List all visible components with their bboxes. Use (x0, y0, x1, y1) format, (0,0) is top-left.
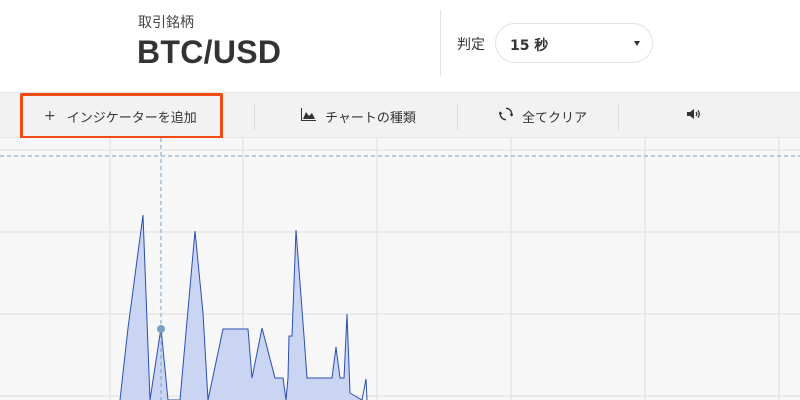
add-indicator-label: インジケーターを追加 (66, 110, 197, 126)
chart-type-button[interactable]: チャートの種類 (301, 93, 416, 139)
header-divider (440, 10, 441, 76)
expiry-label: 判定 (457, 37, 485, 53)
pair-value: BTC/USD (137, 34, 282, 70)
chart-type-label: チャートの種類 (325, 110, 416, 126)
price-area (120, 215, 362, 400)
plus-icon: + (44, 108, 56, 124)
chevron-down-icon (634, 41, 640, 46)
area-chart-icon (301, 107, 316, 125)
expiry-select-value: 15 秒 (510, 38, 549, 54)
toolbar-divider (618, 103, 619, 130)
speaker-icon (686, 108, 702, 124)
toolbar-divider (457, 103, 458, 130)
chart-grid (0, 138, 800, 400)
pair-label: 取引銘柄 (138, 15, 194, 31)
clear-all-button[interactable]: 全てクリア (498, 93, 588, 139)
clear-all-label: 全てクリア (522, 110, 588, 126)
price-chart[interactable] (0, 138, 800, 400)
sound-button[interactable] (686, 93, 702, 139)
crosshair-point (157, 325, 165, 333)
chart-toolbar: + インジケーターを追加 チャートの種類 全てクリア (0, 92, 800, 139)
expiry-select[interactable]: 15 秒 (495, 23, 653, 63)
chart-canvas (0, 138, 800, 400)
add-indicator-button[interactable]: + インジケーターを追加 (20, 93, 223, 139)
toolbar-divider (254, 103, 255, 130)
header: 取引銘柄 BTC/USD 判定 15 秒 (0, 0, 800, 92)
refresh-icon (498, 107, 514, 125)
